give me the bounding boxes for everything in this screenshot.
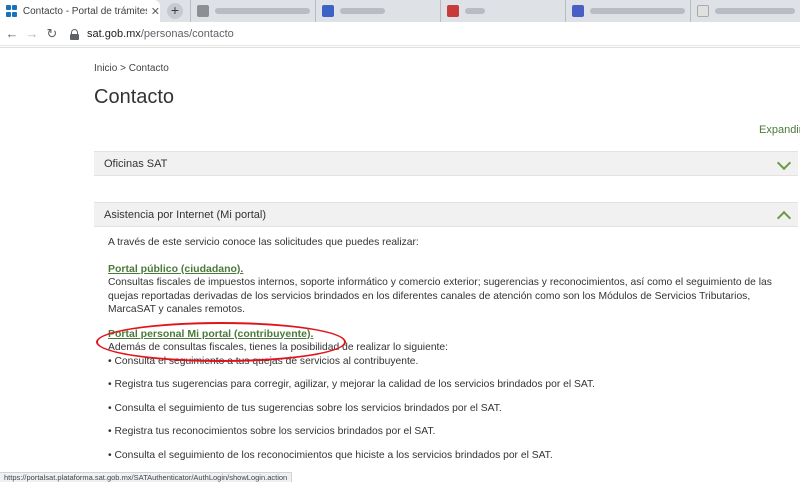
list-item: • Consulta el seguimiento de los reconoc…: [108, 449, 553, 461]
panel-title: Asistencia por Internet (Mi portal): [104, 208, 267, 221]
public-portal-block: Portal público (ciudadano). Consultas fi…: [108, 263, 798, 317]
tab-favicon-icon: [572, 5, 584, 17]
tab-contacto[interactable]: Contacto - Portal de trámites y se ✕: [0, 0, 160, 22]
annotation-highlight-circle: [96, 322, 346, 362]
url-text[interactable]: sat.gob.mx/personas/contacto: [87, 28, 234, 40]
tab-favicon-icon: [322, 5, 334, 17]
background-tab[interactable]: [690, 0, 800, 22]
background-tab[interactable]: [190, 0, 315, 22]
public-portal-link[interactable]: Portal público (ciudadano).: [108, 263, 798, 277]
tab-favicon-icon: [447, 5, 459, 17]
tab-favicon-icon: [197, 5, 209, 17]
blurred-tab-title: [590, 8, 685, 14]
sat-favicon-icon: [6, 5, 18, 17]
divider: [0, 47, 800, 48]
background-tab[interactable]: [315, 0, 440, 22]
chevron-up-icon[interactable]: [778, 210, 788, 220]
new-tab-button[interactable]: +: [167, 3, 183, 19]
expand-all-link[interactable]: Expandir: [759, 124, 800, 136]
blurred-tab-title: [215, 8, 310, 14]
breadcrumb-current: Contacto: [128, 63, 169, 74]
tab-title: Contacto - Portal de trámites y se: [22, 5, 147, 17]
address-bar[interactable]: sat.gob.mx/personas/contacto: [70, 25, 800, 43]
tab-strip: Contacto - Portal de trámites y se ✕ +: [0, 0, 800, 22]
browser-toolbar: ← → ↻ sat.gob.mx/personas/contacto: [0, 22, 800, 46]
list-item: • Registra tus sugerencias para corregir…: [108, 379, 596, 390]
forward-icon[interactable]: →: [24, 26, 40, 41]
chevron-down-icon[interactable]: [778, 159, 788, 169]
panel-asistencia-internet[interactable]: Asistencia por Internet (Mi portal): [94, 202, 798, 227]
url-path: /personas/contacto: [140, 28, 234, 40]
background-tab[interactable]: [440, 0, 565, 22]
tab-favicon-icon: [697, 5, 709, 17]
status-bar-url: https://portalsat.plataforma.sat.gob.mx/…: [0, 472, 293, 482]
intro-text: A través de este servicio conoce las sol…: [108, 237, 419, 248]
public-portal-description: Consultas fiscales de impuestos internos…: [108, 277, 772, 315]
close-icon[interactable]: ✕: [151, 5, 160, 18]
page-title: Contacto: [94, 86, 175, 108]
back-icon[interactable]: ←: [4, 26, 20, 41]
url-host: sat.gob.mx: [87, 28, 141, 40]
blurred-tab-title: [465, 8, 485, 14]
list-item: • Registra tus reconocimientos sobre los…: [108, 426, 436, 437]
background-tab[interactable]: [565, 0, 690, 22]
panel-title: Oficinas SAT: [104, 157, 168, 170]
breadcrumb-home-link[interactable]: Inicio: [94, 63, 117, 74]
breadcrumb: Inicio > Contacto: [94, 63, 169, 74]
panel-oficinas-sat[interactable]: Oficinas SAT: [94, 151, 798, 176]
blurred-tab-title: [340, 8, 385, 14]
reload-icon[interactable]: ↻: [44, 26, 60, 42]
breadcrumb-separator: >: [117, 63, 129, 74]
lock-icon[interactable]: [70, 28, 79, 40]
blurred-tab-title: [715, 8, 795, 14]
list-item: • Consulta el seguimiento de tus sugeren…: [108, 402, 502, 414]
